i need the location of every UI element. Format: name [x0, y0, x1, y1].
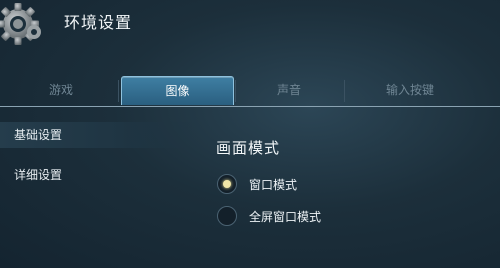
window-title: 环境设置	[64, 13, 133, 32]
radio-button[interactable]	[217, 206, 237, 226]
radio-button[interactable]	[217, 174, 237, 194]
sidebar-item-detailed[interactable]: 详细设置	[0, 162, 200, 188]
tab-bar: 游戏 图像 声音 输入按键	[0, 76, 500, 106]
tab-game[interactable]: 游戏	[6, 76, 116, 104]
radio-option-fullscreen-window[interactable]: 全屏窗口模式	[217, 206, 357, 230]
sidebar-item-basic[interactable]: 基础设置	[0, 122, 200, 148]
section-title: 画面模式	[216, 139, 281, 157]
radio-label: 窗口模式	[249, 178, 298, 192]
tab-divider	[118, 80, 119, 102]
radio-label: 全屏窗口模式	[249, 210, 322, 224]
tab-sound[interactable]: 声音	[236, 76, 342, 104]
tab-divider	[344, 80, 345, 102]
radio-option-window[interactable]: 窗口模式	[217, 174, 347, 198]
radio-selected-dot	[223, 180, 231, 188]
tab-input-keys[interactable]: 输入按键	[346, 76, 474, 104]
tab-underline	[0, 106, 500, 107]
tab-graphics[interactable]: 图像	[121, 76, 234, 105]
gear-icon	[0, 2, 48, 50]
